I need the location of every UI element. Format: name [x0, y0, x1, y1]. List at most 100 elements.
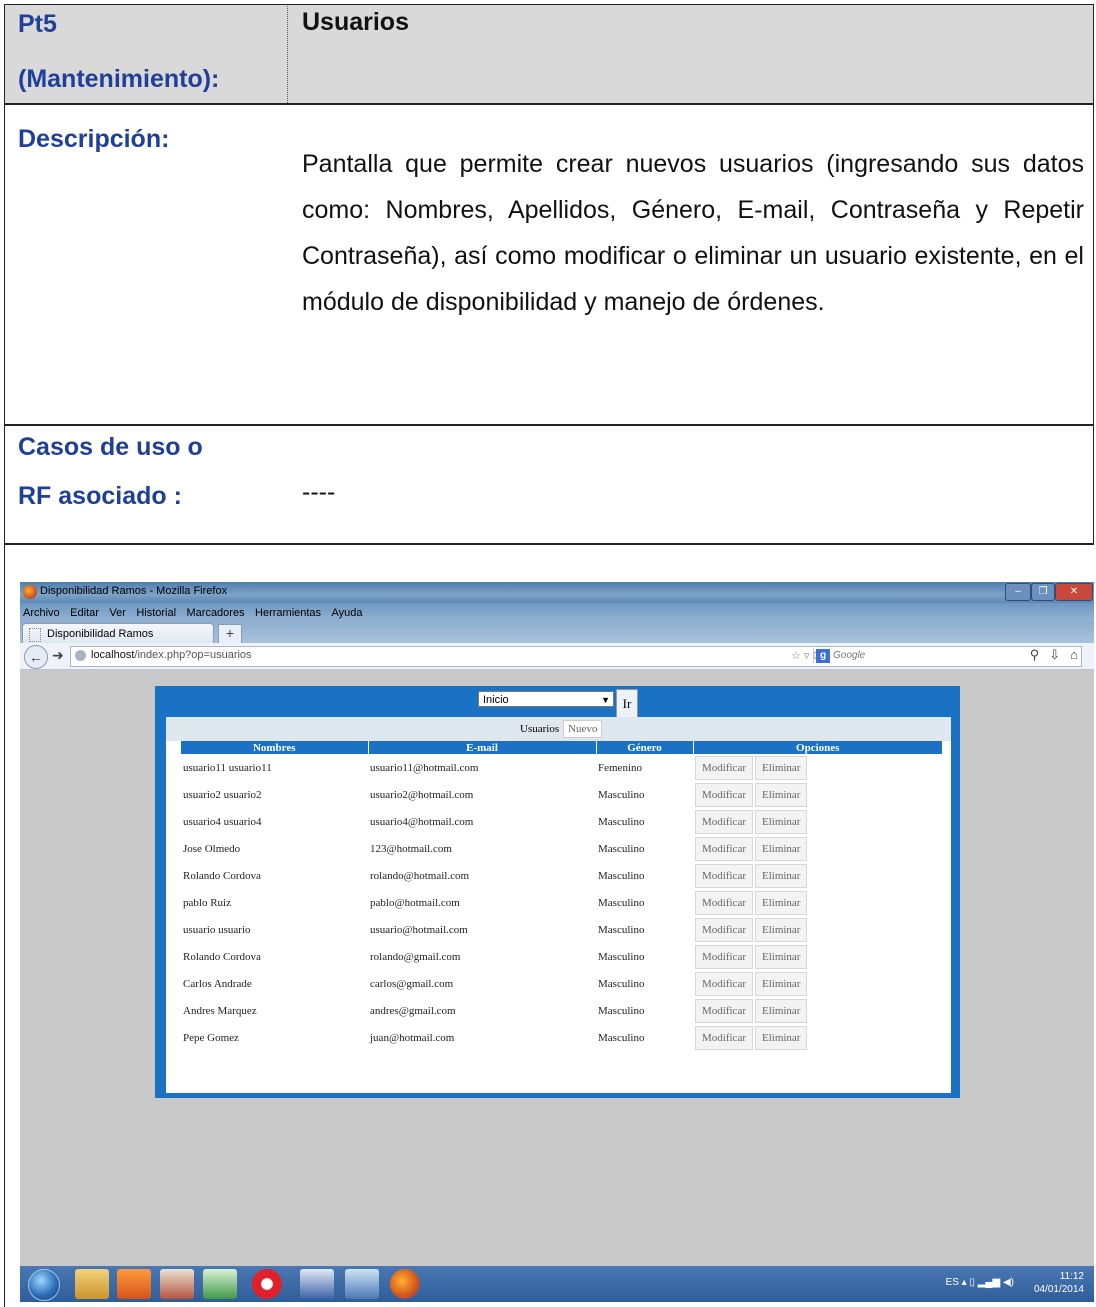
firefox-icon	[23, 585, 37, 599]
cell-genero: Masculino	[598, 923, 645, 936]
table-divider-1	[4, 103, 1094, 105]
clock-date: 04/01/2014	[1033, 1284, 1084, 1295]
cell-nombre: usuario2 usuario2	[183, 788, 262, 801]
menu-ayuda[interactable]: Ayuda	[332, 604, 363, 622]
modify-button[interactable]: Modificar	[695, 836, 753, 861]
system-clock[interactable]: 11:12 04/01/2014	[1034, 1270, 1084, 1296]
delete-button[interactable]: Eliminar	[754, 944, 808, 969]
word-icon[interactable]	[300, 1269, 334, 1299]
notepad-icon[interactable]	[345, 1269, 379, 1299]
delete-button[interactable]: Eliminar	[754, 782, 808, 807]
modify-button[interactable]: Modificar	[695, 1025, 753, 1050]
menu-archivo[interactable]: Archivo	[23, 604, 60, 622]
modify-button[interactable]: Modificar	[695, 998, 753, 1023]
column-header-nombres: Nombres	[181, 741, 369, 754]
new-tab-button[interactable]: +	[218, 624, 242, 644]
delete-button[interactable]: Eliminar	[754, 809, 808, 834]
delete-button[interactable]: Eliminar	[754, 890, 808, 915]
delete-button[interactable]: Eliminar	[754, 755, 808, 780]
table-row: Pepe Gomez juan@hotmail.com Masculino Modif…	[181, 1024, 942, 1051]
modify-button[interactable]: Modificar	[695, 944, 753, 969]
rf-label: Casos de uso o	[18, 433, 203, 461]
close-button[interactable]: ✕	[1055, 583, 1093, 601]
cell-nombre: Andres Marquez	[183, 1004, 257, 1017]
minimize-button[interactable]: –	[1005, 583, 1031, 601]
forward-button[interactable]: ➜	[52, 647, 64, 664]
cell-email: carlos@gmail.com	[370, 977, 454, 990]
google-icon: g	[816, 649, 830, 663]
users-content: Usuarios Nuevo Nombres E-mail Género Opci…	[166, 717, 951, 1093]
cell-nombre: Carlos Andrade	[183, 977, 252, 990]
cell-genero: Masculino	[598, 977, 645, 990]
delete-button[interactable]: Eliminar	[754, 998, 808, 1023]
table-border-left	[4, 4, 5, 1307]
tab-bar: Disponibilidad Ramos +	[20, 621, 1094, 644]
modify-button[interactable]: Modificar	[695, 971, 753, 996]
cell-email: rolando@hotmail.com	[370, 869, 470, 882]
pt-label: Pt5	[18, 10, 57, 38]
menu-editar[interactable]: Editar	[70, 604, 99, 622]
cell-nombre: Jose Olmedo	[183, 842, 241, 855]
cell-opciones: Modificar Eliminar	[693, 916, 942, 943]
address-bar[interactable]: localhost/index.php?op=usuarios ☆ ▿ C gG…	[70, 646, 1082, 667]
start-button[interactable]	[28, 1269, 60, 1301]
go-button[interactable]: Ir	[616, 689, 638, 719]
browser-tab-label: Disponibilidad Ramos	[47, 628, 154, 640]
cell-email: juan@hotmail.com	[370, 1031, 455, 1044]
modify-button[interactable]: Modificar	[695, 755, 753, 780]
table-row: usuario2 usuario2 usuario2@hotmail.com Mas…	[181, 781, 942, 808]
modify-button[interactable]: Modificar	[695, 782, 753, 807]
window-title: Disponibilidad Ramos - Mozilla Firefox	[40, 585, 228, 597]
menu-select[interactable]: Inicio ▼	[478, 691, 614, 707]
table-row: Jose Olmedo 123@hotmail.com Masculino Modif…	[181, 835, 942, 862]
back-button[interactable]: ←	[24, 645, 48, 669]
toolbar-icons[interactable]: ⚲⇩⌂	[1030, 647, 1088, 663]
delete-button[interactable]: Eliminar	[754, 971, 808, 996]
search-input[interactable]: g Google	[813, 648, 924, 663]
maximize-button[interactable]: ❐	[1031, 583, 1055, 601]
subtab-strip: Usuarios Nuevo	[166, 717, 951, 741]
language-text: ES	[945, 1277, 959, 1288]
cell-opciones: Modificar Eliminar	[693, 1024, 942, 1051]
table-row: Carlos Andrade carlos@gmail.com Masculino M…	[181, 970, 942, 997]
tab-nuevo[interactable]: Nuevo	[563, 720, 603, 738]
delete-button[interactable]: Eliminar	[754, 836, 808, 861]
menu-herramientas[interactable]: Herramientas	[255, 604, 321, 622]
cell-nombre: usuario4 usuario4	[183, 815, 262, 828]
browser-tab[interactable]: Disponibilidad Ramos	[22, 623, 214, 644]
tab-usuarios[interactable]: Usuarios	[516, 721, 563, 737]
delete-button[interactable]: Eliminar	[754, 863, 808, 888]
delete-button[interactable]: Eliminar	[754, 917, 808, 942]
cell-email: usuario@hotmail.com	[370, 923, 468, 936]
cell-genero: Masculino	[598, 1004, 645, 1017]
modify-button[interactable]: Modificar	[695, 863, 753, 888]
modify-button[interactable]: Modificar	[695, 890, 753, 915]
browser-screenshot: Disponibilidad Ramos - Mozilla Firefox –…	[20, 582, 1094, 1302]
cell-nombre: usuario11 usuario11	[183, 761, 272, 774]
modify-button[interactable]: Modificar	[695, 809, 753, 834]
table-row: usuario4 usuario4 usuario4@hotmail.com Mas…	[181, 808, 942, 835]
table-row: Rolando Cordova rolando@gmail.com Masculin…	[181, 943, 942, 970]
paint-icon[interactable]	[160, 1269, 194, 1299]
menu-ver[interactable]: Ver	[109, 604, 126, 622]
opera-icon[interactable]	[252, 1269, 282, 1299]
delete-button[interactable]: Eliminar	[754, 1025, 808, 1050]
cell-email: rolando@gmail.com	[370, 950, 461, 963]
menu-historial[interactable]: Historial	[136, 604, 176, 622]
navigation-bar: ← ➜ localhost/index.php?op=usuarios ☆ ▿ …	[20, 643, 1094, 670]
table-row: Rolando Cordova rolando@hotmail.com Mascul…	[181, 862, 942, 889]
language-indicator[interactable]: ES ▴ ▯ ▂▄▆ ◀)	[946, 1277, 1014, 1288]
explorer-icon[interactable]	[75, 1269, 109, 1299]
cell-nombre: Rolando Cordova	[183, 869, 261, 882]
menu-marcadores[interactable]: Marcadores	[187, 604, 245, 622]
cell-email: usuario11@hotmail.com	[370, 761, 479, 774]
description-text: Pantalla que permite crear nuevos usuari…	[302, 150, 1084, 316]
cell-opciones: Modificar Eliminar	[693, 808, 942, 835]
cell-genero: Masculino	[598, 869, 645, 882]
hp-icon[interactable]	[203, 1269, 237, 1299]
media-player-icon[interactable]	[117, 1269, 151, 1299]
chevron-down-icon: ▼	[601, 695, 610, 705]
firefox-taskbar-icon[interactable]	[390, 1269, 420, 1299]
cell-opciones: Modificar Eliminar	[693, 862, 942, 889]
modify-button[interactable]: Modificar	[695, 917, 753, 942]
